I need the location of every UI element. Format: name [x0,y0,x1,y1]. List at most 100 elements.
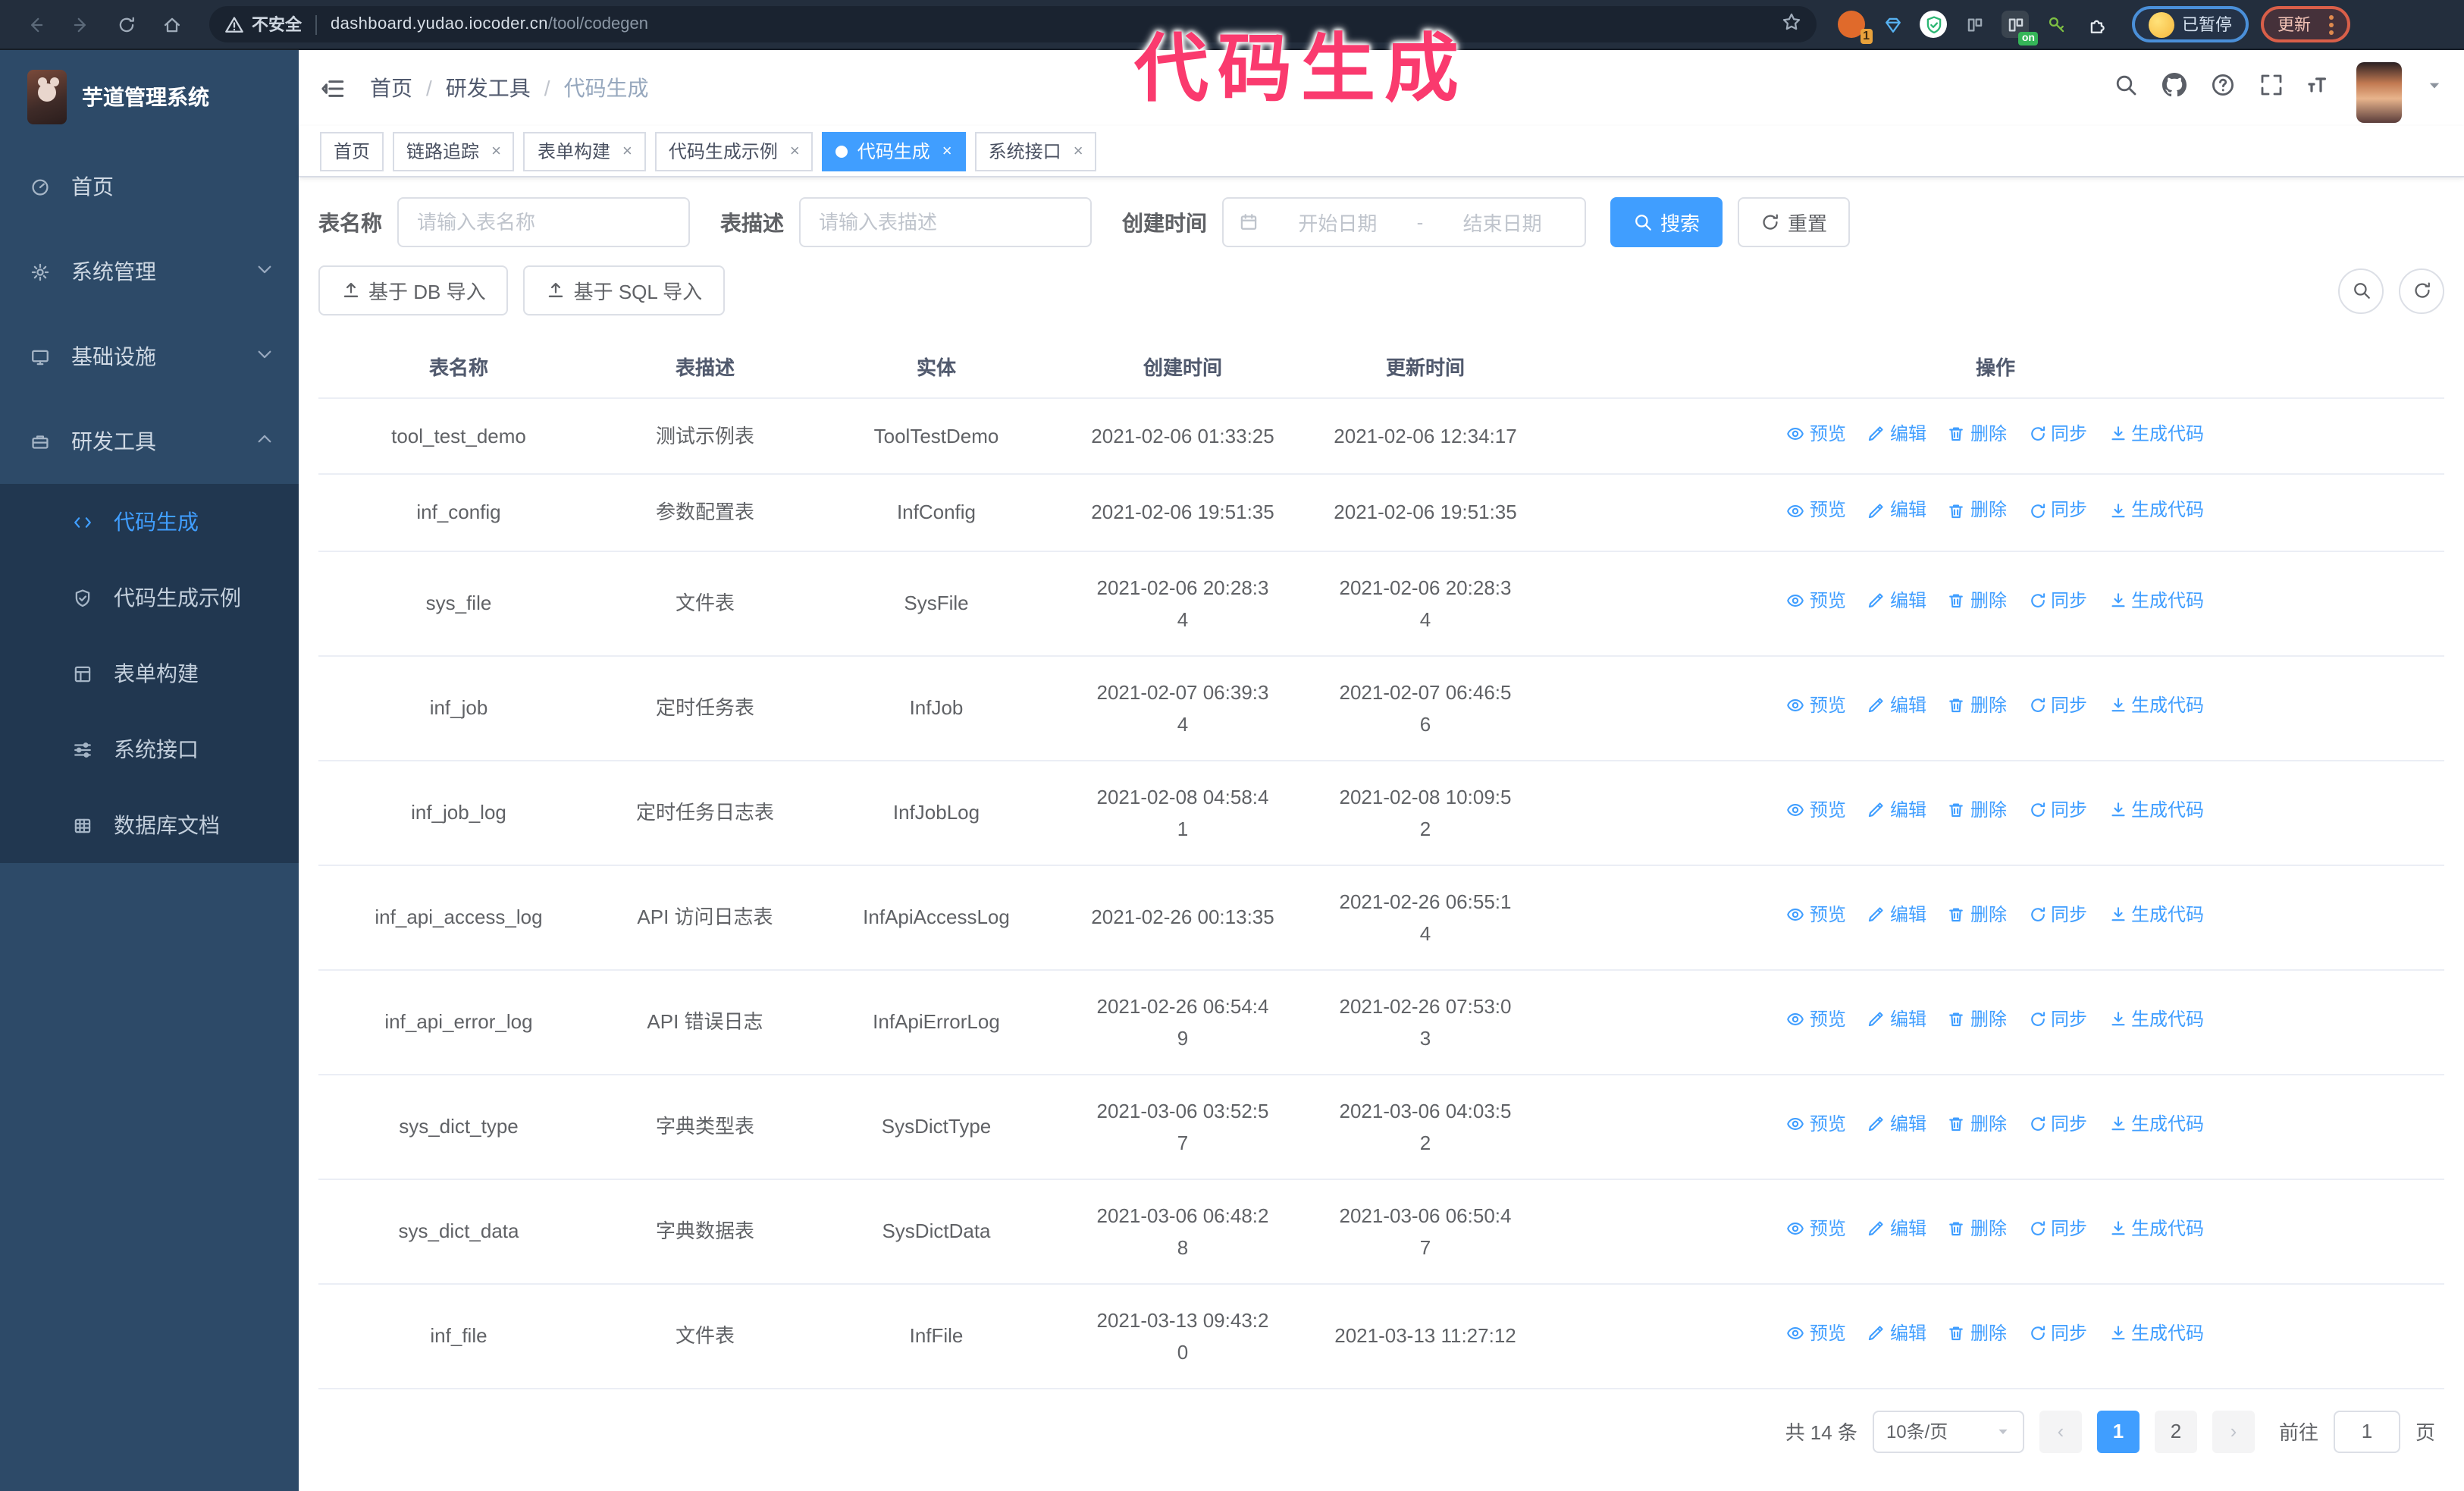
generate-code-link[interactable]: 生成代码 [2108,690,2204,722]
preview-link[interactable]: 预览 [1787,418,1846,450]
sync-link[interactable]: 同步 [2028,1109,2087,1141]
table-name-input[interactable] [397,197,690,247]
generate-code-link[interactable]: 生成代码 [2108,795,2204,827]
edit-link[interactable]: 编辑 [1867,795,1926,827]
sidebar-item-codegen-example[interactable]: 代码生成示例 [0,560,299,636]
table-desc-input[interactable] [799,197,1092,247]
page-size-select[interactable]: 10条/页 [1872,1410,2024,1452]
next-page-button[interactable]: › [2212,1410,2255,1452]
profile-paused-badge[interactable]: 已暂停 [2132,6,2249,42]
browser-menu-kebab-icon[interactable] [2329,14,2334,34]
tab-close-icon[interactable]: × [790,142,800,160]
bookmark-star-icon[interactable] [1782,12,1801,36]
browser-forward-button[interactable] [61,5,100,44]
toggle-search-button[interactable] [2338,268,2384,313]
generate-code-link[interactable]: 生成代码 [2108,1109,2204,1141]
preview-link[interactable]: 预览 [1787,690,1846,722]
sidebar-item-devtools[interactable]: 研发工具 [0,399,299,484]
github-icon[interactable] [2162,72,2187,104]
tab-2[interactable]: 表单构建 × [523,131,646,171]
import-sql-button[interactable]: 基于 SQL 导入 [523,265,726,315]
delete-link[interactable]: 删除 [1948,1318,2007,1350]
avatar-caret-down-icon[interactable] [2426,74,2443,102]
generate-code-link[interactable]: 生成代码 [2108,1004,2204,1036]
breadcrumb-home[interactable]: 首页 [370,73,412,103]
preview-link[interactable]: 预览 [1787,899,1846,931]
sync-link[interactable]: 同步 [2028,1004,2087,1036]
sync-link[interactable]: 同步 [2028,795,2087,827]
delete-link[interactable]: 删除 [1948,690,2007,722]
sync-link[interactable]: 同步 [2028,494,2087,526]
delete-link[interactable]: 删除 [1948,795,2007,827]
prev-page-button[interactable]: ‹ [2039,1410,2082,1452]
browser-back-button[interactable] [15,5,55,44]
edit-link[interactable]: 编辑 [1867,690,1926,722]
tab-close-icon[interactable]: × [942,142,952,160]
extension-icon-key[interactable] [2042,11,2070,38]
hamburger-icon[interactable] [320,75,346,101]
extensions-puzzle-icon[interactable] [2083,11,2111,38]
browser-home-button[interactable] [152,5,191,44]
date-range-picker[interactable]: 开始日期 - 结束日期 [1222,197,1586,247]
page-button-1[interactable]: 1 [2096,1410,2140,1452]
preview-link[interactable]: 预览 [1787,1318,1846,1350]
import-db-button[interactable]: 基于 DB 导入 [318,265,509,315]
generate-code-link[interactable]: 生成代码 [2108,1213,2204,1245]
delete-link[interactable]: 删除 [1948,494,2007,526]
tab-0[interactable]: 首页 [320,131,384,171]
preview-link[interactable]: 预览 [1787,795,1846,827]
reset-button[interactable]: 重置 [1738,197,1851,247]
sidebar-logo-row[interactable]: 芋道管理系统 [0,50,299,144]
extension-icon-on[interactable]: on [2002,11,2038,46]
preview-link[interactable]: 预览 [1787,1213,1846,1245]
sync-link[interactable]: 同步 [2028,585,2087,617]
font-size-icon[interactable] [2308,72,2332,104]
sync-link[interactable]: 同步 [2028,1318,2087,1350]
sidebar-item-db-doc[interactable]: 数据库文档 [0,787,299,863]
tab-close-icon[interactable]: × [491,142,501,160]
tab-3[interactable]: 代码生成示例 × [654,131,813,171]
page-button-2[interactable]: 2 [2154,1410,2197,1452]
tab-close-icon[interactable]: × [622,142,632,160]
tab-1[interactable]: 链路追踪 × [393,131,515,171]
edit-link[interactable]: 编辑 [1867,585,1926,617]
generate-code-link[interactable]: 生成代码 [2108,1318,2204,1350]
browser-update-button[interactable]: 更新 [2261,6,2350,42]
generate-code-link[interactable]: 生成代码 [2108,494,2204,526]
help-icon[interactable] [2211,72,2235,104]
header-search-icon[interactable] [2114,72,2138,104]
url-bar[interactable]: 不安全 dashboard.yudao.iocoder.cn/tool/code… [209,6,1817,42]
extension-icon-shield[interactable] [1920,11,1947,38]
refresh-table-button[interactable] [2399,268,2444,313]
goto-page-input[interactable] [2333,1410,2400,1452]
preview-link[interactable]: 预览 [1787,1004,1846,1036]
sidebar-item-system[interactable]: 系统管理 [0,229,299,314]
tab-active-4[interactable]: 代码生成 × [822,131,966,171]
sidebar-item-system-api[interactable]: 系统接口 [0,711,299,787]
sync-link[interactable]: 同步 [2028,899,2087,931]
browser-reload-button[interactable] [106,5,146,44]
generate-code-link[interactable]: 生成代码 [2108,585,2204,617]
sync-link[interactable]: 同步 [2028,1213,2087,1245]
edit-link[interactable]: 编辑 [1867,494,1926,526]
user-avatar[interactable] [2356,62,2402,123]
sync-link[interactable]: 同步 [2028,690,2087,722]
edit-link[interactable]: 编辑 [1867,1213,1926,1245]
tab-5[interactable]: 系统接口 × [974,131,1097,171]
extension-icon-orange[interactable]: 1 [1838,11,1873,44]
sidebar-item-codegen[interactable]: 代码生成 [0,484,299,560]
sidebar-item-infra[interactable]: 基础设施 [0,314,299,399]
preview-link[interactable]: 预览 [1787,494,1846,526]
fullscreen-icon[interactable] [2259,72,2284,104]
delete-link[interactable]: 删除 [1948,899,2007,931]
delete-link[interactable]: 删除 [1948,1213,2007,1245]
delete-link[interactable]: 删除 [1948,418,2007,450]
extension-icon-columns[interactable] [1961,11,1988,38]
tab-close-icon[interactable]: × [1074,142,1083,160]
delete-link[interactable]: 删除 [1948,1004,2007,1036]
breadcrumb-devtools[interactable]: 研发工具 [446,73,531,103]
edit-link[interactable]: 编辑 [1867,1109,1926,1141]
edit-link[interactable]: 编辑 [1867,1318,1926,1350]
search-button[interactable]: 搜索 [1610,197,1723,247]
generate-code-link[interactable]: 生成代码 [2108,418,2204,450]
